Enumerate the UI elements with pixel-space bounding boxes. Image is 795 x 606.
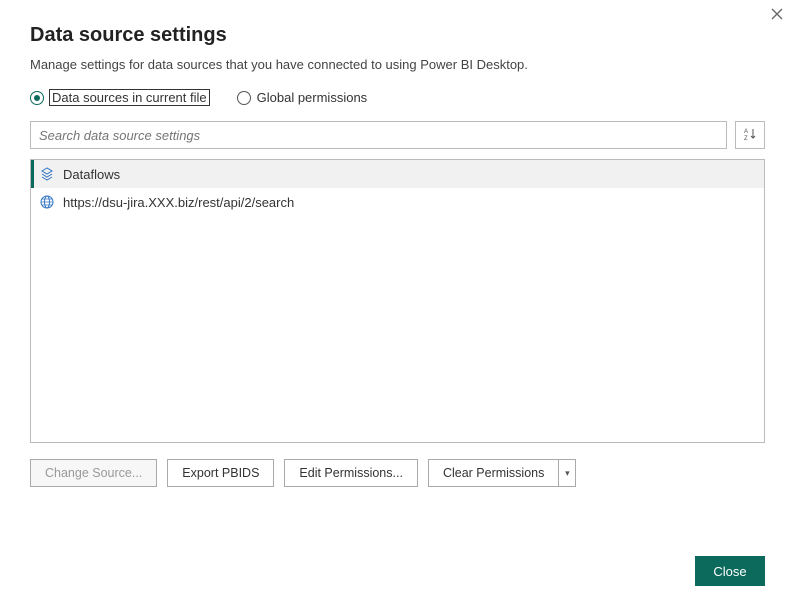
data-source-item-web[interactable]: https://dsu-jira.XXX.biz/rest/api/2/sear… — [31, 188, 764, 216]
export-pbids-button[interactable]: Export PBIDS — [167, 459, 274, 487]
sort-az-icon: A Z — [743, 127, 757, 144]
globe-icon — [39, 194, 55, 210]
data-source-item-dataflows[interactable]: Dataflows — [31, 160, 764, 188]
action-button-row: Change Source... Export PBIDS Edit Permi… — [30, 459, 765, 487]
radio-current-file-label: Data sources in current file — [50, 90, 209, 105]
radio-global-permissions[interactable]: Global permissions — [237, 90, 368, 105]
clear-permissions-split-button: Clear Permissions ▾ — [428, 459, 576, 487]
page-title: Data source settings — [30, 24, 765, 47]
radio-current-file[interactable]: Data sources in current file — [30, 90, 209, 105]
change-source-button: Change Source... — [30, 459, 157, 487]
clear-permissions-dropdown[interactable]: ▾ — [558, 459, 576, 487]
data-source-label: Dataflows — [63, 167, 120, 182]
sort-button[interactable]: A Z — [735, 121, 765, 149]
svg-text:A: A — [744, 129, 748, 135]
search-input[interactable] — [30, 121, 727, 149]
dataflows-icon — [39, 166, 55, 182]
edit-permissions-button[interactable]: Edit Permissions... — [284, 459, 418, 487]
clear-permissions-button[interactable]: Clear Permissions — [428, 459, 558, 487]
chevron-down-icon: ▾ — [565, 468, 570, 479]
data-source-label: https://dsu-jira.XXX.biz/rest/api/2/sear… — [63, 195, 294, 210]
svg-text:Z: Z — [744, 136, 748, 141]
close-button[interactable]: Close — [695, 556, 765, 586]
radio-icon — [30, 91, 44, 105]
radio-icon — [237, 91, 251, 105]
data-source-list: Dataflows https://dsu-jira.XXX.biz/rest/… — [30, 159, 765, 443]
scope-radio-group: Data sources in current file Global perm… — [30, 90, 765, 105]
close-icon[interactable] — [771, 8, 783, 22]
radio-global-label: Global permissions — [257, 90, 368, 105]
dialog-footer: Close — [695, 556, 765, 586]
page-subtitle: Manage settings for data sources that yo… — [30, 57, 765, 72]
